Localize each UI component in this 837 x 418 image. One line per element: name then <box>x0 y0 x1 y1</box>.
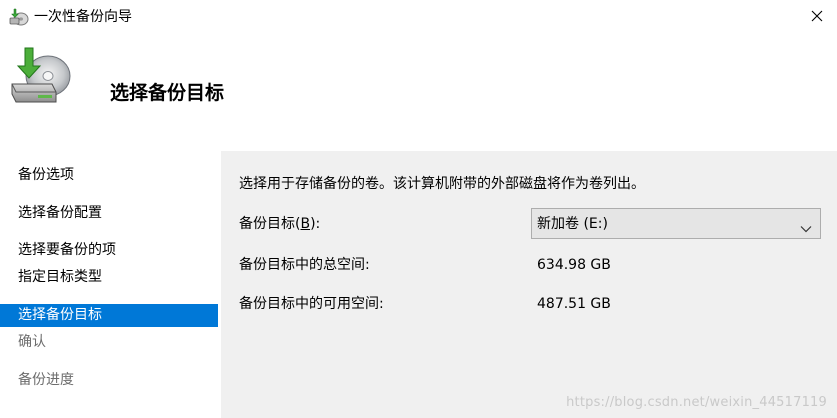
free-space-label: 备份目标中的可用空间: <box>239 296 384 312</box>
page-title: 选择备份目标 <box>110 82 225 104</box>
total-space-value: 634.98 GB <box>537 257 611 273</box>
nav-step-backup-options[interactable]: 备份选项 <box>0 164 218 187</box>
chevron-down-icon <box>800 219 812 233</box>
backup-target-dropdown[interactable]: 新加卷 (E:) <box>531 208 821 239</box>
backup-target-label-accelerator: B <box>300 216 311 232</box>
wizard-steps-nav: 备份选项 选择备份配置 选择要备份的项 指定目标类型 选择备份目标 确认 备份进… <box>0 151 218 418</box>
nav-step-select-items[interactable]: 选择要备份的项 <box>0 239 218 262</box>
watermark-text: https://blog.csdn.net/weixin_44517119 <box>566 395 827 410</box>
content-panel: 选择用于存储备份的卷。该计算机附带的外部磁盘将作为卷列出。 备份目标(B): 新… <box>221 151 837 418</box>
nav-step-confirmation: 确认 <box>18 334 46 350</box>
close-button[interactable] <box>797 0 837 32</box>
title-bar: 一次性备份向导 <box>0 0 837 34</box>
backup-target-label-suffix: ): <box>310 216 321 232</box>
backup-target-label-prefix: 备份目标( <box>239 216 301 232</box>
nav-step-backup-progress: 备份进度 <box>18 372 74 388</box>
intro-text: 选择用于存储备份的卷。该计算机附带的外部磁盘将作为卷列出。 <box>239 176 645 192</box>
total-space-label: 备份目标中的总空间: <box>239 257 370 273</box>
close-icon <box>811 7 823 26</box>
backup-target-value: 新加卷 (E:) <box>537 216 608 232</box>
backup-wizard-icon <box>9 8 29 26</box>
backup-disk-icon <box>8 44 74 106</box>
free-space-value: 487.51 GB <box>537 296 611 312</box>
nav-step-backup-destination[interactable]: 选择备份目标 <box>0 304 218 327</box>
nav-step-destination-type[interactable]: 指定目标类型 <box>0 266 218 289</box>
nav-step-backup-configuration[interactable]: 选择备份配置 <box>0 202 218 225</box>
backup-target-label: 备份目标(B): <box>239 215 320 233</box>
window-title: 一次性备份向导 <box>34 9 132 25</box>
